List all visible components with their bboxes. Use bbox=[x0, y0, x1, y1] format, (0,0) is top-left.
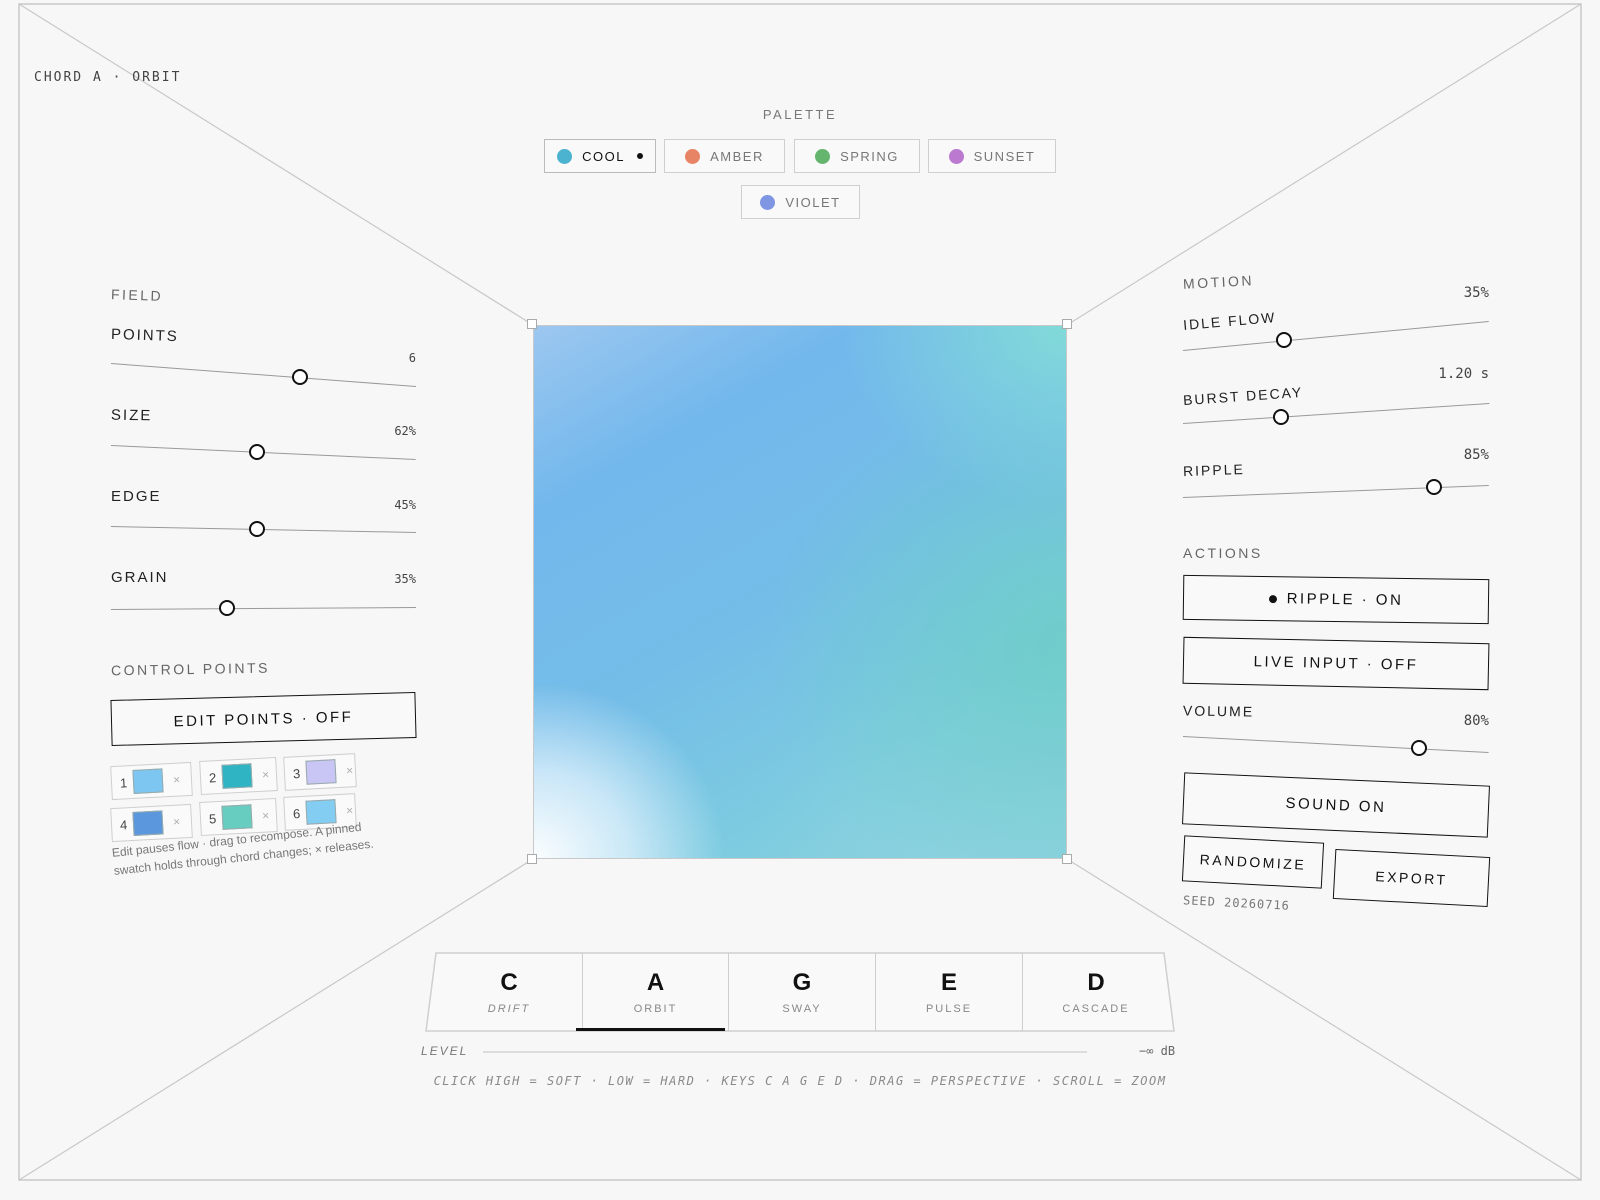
chord-tab-g[interactable]: G SWAY bbox=[729, 953, 876, 1031]
chord-letter: G bbox=[792, 969, 812, 996]
keyboard-hint: CLICK HIGH = SOFT · LOW = HARD · KEYS C … bbox=[433, 1074, 1167, 1088]
chord-mode: CASCADE bbox=[1062, 1003, 1130, 1015]
chord-mode: PULSE bbox=[925, 1003, 973, 1015]
chord-mode: SWAY bbox=[782, 1003, 822, 1015]
chord-letter: A bbox=[646, 969, 665, 996]
level-meter bbox=[483, 1051, 1087, 1053]
chord-tab-c[interactable]: C DRIFT bbox=[436, 953, 583, 1031]
chord-mode: ORBIT bbox=[633, 1003, 678, 1015]
chord-letter: E bbox=[940, 969, 957, 996]
chord-tab-a[interactable]: A ORBIT bbox=[583, 953, 729, 1031]
level-value: −∞ dB bbox=[1139, 1044, 1176, 1058]
chord-tab-e[interactable]: E PULSE bbox=[876, 953, 1023, 1031]
chord-mode: DRIFT bbox=[487, 1003, 531, 1015]
chord-letter: C bbox=[500, 969, 518, 996]
active-tab-indicator bbox=[576, 1028, 725, 1031]
chord-letter: D bbox=[1087, 969, 1105, 996]
level-label: LEVEL bbox=[421, 1044, 469, 1058]
chord-tab-d[interactable]: D CASCADE bbox=[1023, 953, 1169, 1031]
